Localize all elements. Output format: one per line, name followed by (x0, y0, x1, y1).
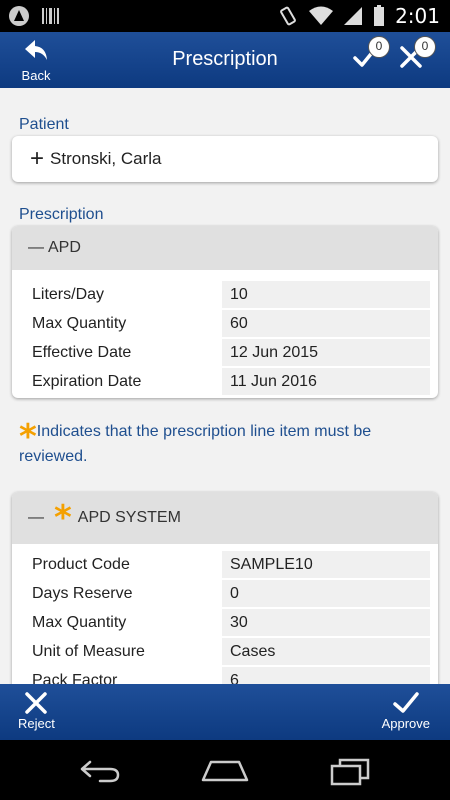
table-row: Max Quantity 60 (30, 309, 430, 338)
prescription-card-header[interactable]: — APD (12, 226, 438, 270)
checkmark-icon (393, 692, 419, 713)
table-row: Effective Date 12 Jun 2015 (30, 338, 430, 367)
approve-label: Approve (381, 716, 430, 731)
row-value: 30 (222, 609, 430, 636)
vibrate-icon (280, 6, 296, 26)
expand-icon: + (30, 145, 45, 172)
row-label: Days Reserve (32, 584, 133, 602)
row-label: Unit of Measure (32, 642, 145, 660)
reject-label: Reject (18, 716, 55, 731)
prescription-title: APD (48, 239, 81, 256)
row-value: 11 Jun 2016 (222, 368, 430, 395)
content-scroll-area[interactable]: Patient + Stronski, Carla Prescription —… (0, 88, 450, 684)
patient-card[interactable]: + Stronski, Carla (12, 136, 438, 182)
patient-name: Stronski, Carla (50, 149, 162, 168)
asterisk-icon: * (54, 498, 72, 538)
line-item-card: — * APD SYSTEM Product Code SAMPLE10 Day… (12, 492, 438, 684)
status-bar: 2:01 (0, 0, 450, 32)
row-label: Expiration Date (32, 372, 142, 390)
line-item-card-header[interactable]: — * APD SYSTEM (12, 492, 438, 544)
row-value: SAMPLE10 (222, 551, 430, 578)
row-value: 60 (222, 310, 430, 337)
collapse-icon: — (28, 509, 44, 526)
row-value: 10 (222, 281, 430, 308)
approve-button[interactable]: Approve (382, 690, 430, 731)
collapse-icon: — (28, 239, 44, 256)
close-icon (25, 692, 48, 714)
approve-all-button[interactable]: 0 (352, 36, 390, 75)
status-time: 2:01 (395, 4, 440, 28)
prescription-section-label: Prescription (19, 206, 104, 223)
action-bar: Reject Approve (0, 684, 450, 740)
home-nav-icon[interactable] (201, 758, 249, 784)
back-nav-icon[interactable] (78, 758, 122, 784)
table-row: Liters/Day 10 (30, 280, 430, 309)
reject-all-button[interactable]: 0 (398, 36, 436, 75)
table-row: Days Reserve 0 (30, 579, 430, 608)
row-value: Cases (222, 638, 430, 665)
line-item-title: APD SYSTEM (77, 509, 181, 526)
row-value: 6 (222, 667, 430, 684)
table-row: Max Quantity 30 (30, 608, 430, 637)
app-header: Back Prescription 0 0 (0, 32, 450, 88)
system-nav-bar (0, 740, 450, 800)
reject-count-badge: 0 (414, 36, 436, 58)
signal-icon (344, 7, 363, 25)
approve-count-badge: 0 (368, 36, 390, 58)
battery-icon (374, 5, 385, 26)
app-notification-icon (9, 6, 29, 26)
row-label: Effective Date (32, 343, 132, 361)
row-label: Max Quantity (32, 314, 127, 332)
wifi-icon (309, 6, 334, 25)
recent-apps-nav-icon[interactable] (330, 758, 370, 786)
review-note-text: Indicates that the prescription line ite… (19, 423, 372, 465)
row-value: 12 Jun 2015 (222, 339, 430, 366)
patient-section-label: Patient (19, 116, 69, 133)
barcode-notification-icon (42, 8, 59, 24)
table-row: Pack Factor 6 (30, 666, 430, 684)
review-note: *Indicates that the prescription line it… (19, 420, 429, 469)
row-label: Liters/Day (32, 285, 105, 303)
table-row: Expiration Date 11 Jun 2016 (30, 367, 430, 396)
table-row: Unit of Measure Cases (30, 637, 430, 666)
prescription-card: — APD Liters/Day 10 Max Quantity 60 Effe… (12, 226, 438, 398)
row-value: 0 (222, 580, 430, 607)
reject-button[interactable]: Reject (18, 690, 55, 731)
table-row: Product Code SAMPLE10 (30, 550, 430, 579)
row-label: Pack Factor (32, 671, 118, 685)
row-label: Max Quantity (32, 613, 127, 631)
row-label: Product Code (32, 555, 130, 573)
